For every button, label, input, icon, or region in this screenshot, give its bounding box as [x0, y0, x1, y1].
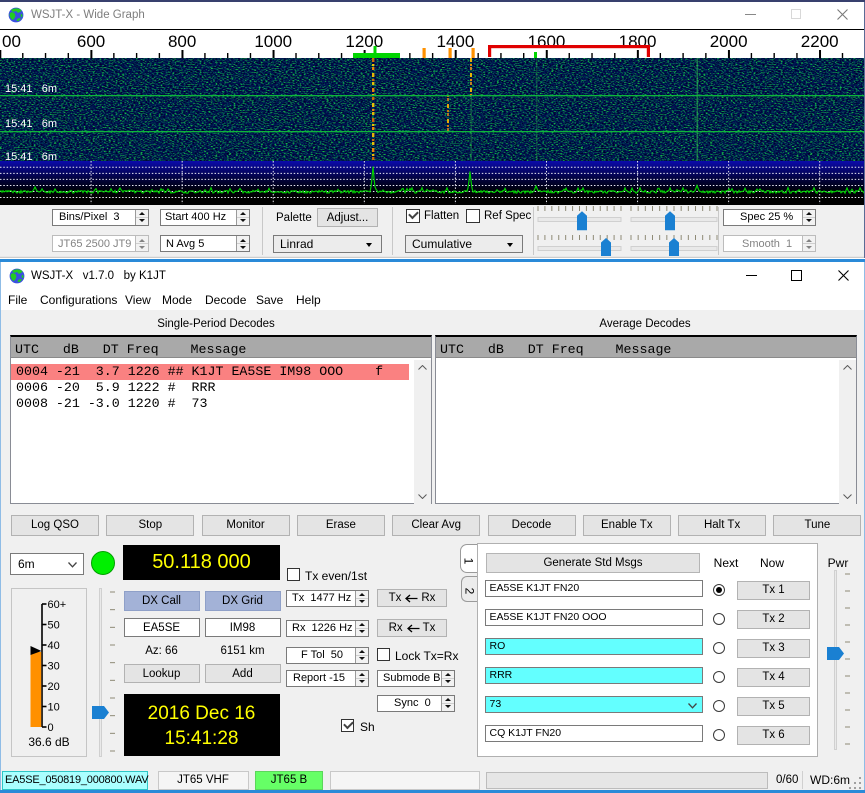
svg-text:60+: 60+ [48, 599, 67, 611]
svg-text:1000: 1000 [254, 32, 292, 51]
svg-text:2200: 2200 [801, 32, 839, 51]
svg-text:15:41 6m: 15:41 6m [5, 118, 57, 130]
svg-text:30: 30 [48, 661, 60, 673]
svg-text:1400: 1400 [436, 32, 474, 51]
svg-text:0: 0 [48, 722, 54, 734]
svg-text:20: 20 [48, 681, 60, 693]
svg-text:00: 00 [2, 32, 21, 51]
svg-text:15:41 6m: 15:41 6m [5, 151, 57, 161]
svg-text:15:41 6m: 15:41 6m [5, 83, 57, 95]
svg-text:2000: 2000 [710, 32, 748, 51]
svg-text:1200: 1200 [345, 32, 383, 51]
svg-text:600: 600 [77, 32, 105, 51]
svg-text:800: 800 [168, 32, 196, 51]
svg-text:40: 40 [48, 640, 60, 652]
svg-text:10: 10 [48, 702, 60, 714]
svg-text:50: 50 [48, 620, 60, 632]
